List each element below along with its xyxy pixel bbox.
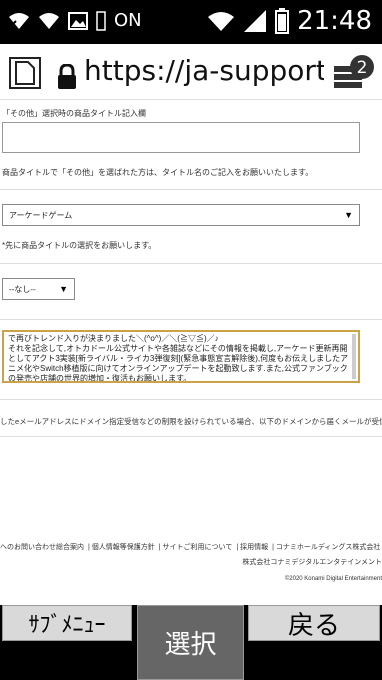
status-left: ON (8, 10, 142, 31)
status-right: 21:48 (207, 6, 372, 36)
divider (0, 189, 382, 190)
textarea-scrollbar[interactable] (352, 334, 356, 379)
message-line-2: それを記念して,オトカドール公式サイトや各雑誌などにその情報を掲載し,アーケード… (8, 344, 349, 383)
domain-note: したeメールアドレスにドメイン指定受信などの制限を設けられている場合、以下のドメ… (0, 417, 382, 426)
caret-down-icon: ▼ (344, 210, 353, 220)
softkey-bar: ｻﾌﾞﾒﾆｭｰ 選択 戻る (0, 605, 382, 680)
caret-down-icon: ▼ (59, 284, 68, 294)
lock-icon (56, 63, 78, 94)
page-content: 「その他」選択時の商品タイトル記入欄 商品タイトルで「その他」を選ばれた方は、タ… (0, 100, 382, 605)
url-bar[interactable]: https://ja-support.k 2 (0, 44, 382, 100)
title-select[interactable]: --なし-- ▼ (2, 278, 75, 300)
other-title-label: 「その他」選択時の商品タイトル記入欄 (2, 109, 146, 118)
tab-count: 2 (357, 58, 368, 78)
divider (0, 263, 382, 264)
battery-icon (275, 8, 290, 34)
footer-link-recruit[interactable]: 採用情報 (240, 544, 268, 551)
footer-link-terms[interactable]: サイトご利用について (163, 544, 233, 551)
footer-link-inquiry[interactable]: へのお問い合わせ総合案内 (0, 544, 84, 551)
on-label: ON (114, 10, 142, 31)
title-select-value: --なし-- (9, 284, 36, 294)
footer-company[interactable]: 株式会社コナミデジタルエンタテインメント (242, 557, 382, 567)
footer-link-holdings[interactable]: コナミホールディングス株式会社 (276, 544, 381, 551)
sim-icon (96, 10, 106, 31)
other-title-note: 商品タイトルで「その他」を選ばれた方は、タイトル名のご記入をお願いいたします。 (2, 168, 314, 177)
footer-copyright: ©2020 Konami Digital Entertainment (284, 576, 382, 582)
other-title-textarea[interactable] (2, 122, 360, 153)
wifi-off-icon (8, 11, 30, 31)
divider (0, 399, 382, 400)
status-bar: ON 21:48 (0, 0, 382, 44)
url-text[interactable]: https://ja-support.k (84, 54, 324, 87)
signal-icon (243, 9, 267, 33)
tabs-icon[interactable]: 2 (332, 52, 374, 96)
category-select-value: アーケードゲーム (9, 210, 73, 220)
image-icon (68, 11, 88, 30)
clock: 21:48 (297, 6, 372, 36)
page-icon[interactable] (8, 56, 42, 94)
submenu-button[interactable]: ｻﾌﾞﾒﾆｭｰ (2, 605, 132, 641)
wifi-icon (38, 11, 60, 31)
message-line-1: で再びトレンド入りが決まりました＼(^o^)／＼(≧▽≦)／♪ (8, 334, 219, 343)
category-select[interactable]: アーケードゲーム ▼ (2, 204, 360, 226)
footer-link-privacy[interactable]: 個人情報等保護方針 (92, 544, 155, 551)
divider (0, 436, 382, 437)
select-button[interactable]: 選択 (137, 605, 244, 680)
wifi-signal-icon (207, 10, 235, 32)
footer-links: へのお問い合わせ総合案内 | 個人情報等保護方針 | サイトご利用について | 採用情… (0, 544, 381, 551)
category-note: *先に商品タイトルの選択をお願いします。 (2, 241, 157, 250)
message-textarea[interactable]: で再びトレンド入りが決まりました＼(^o^)／＼(≧▽≦)／♪ それを記念して,… (2, 330, 360, 383)
divider (0, 319, 382, 320)
back-button[interactable]: 戻る (248, 605, 380, 641)
